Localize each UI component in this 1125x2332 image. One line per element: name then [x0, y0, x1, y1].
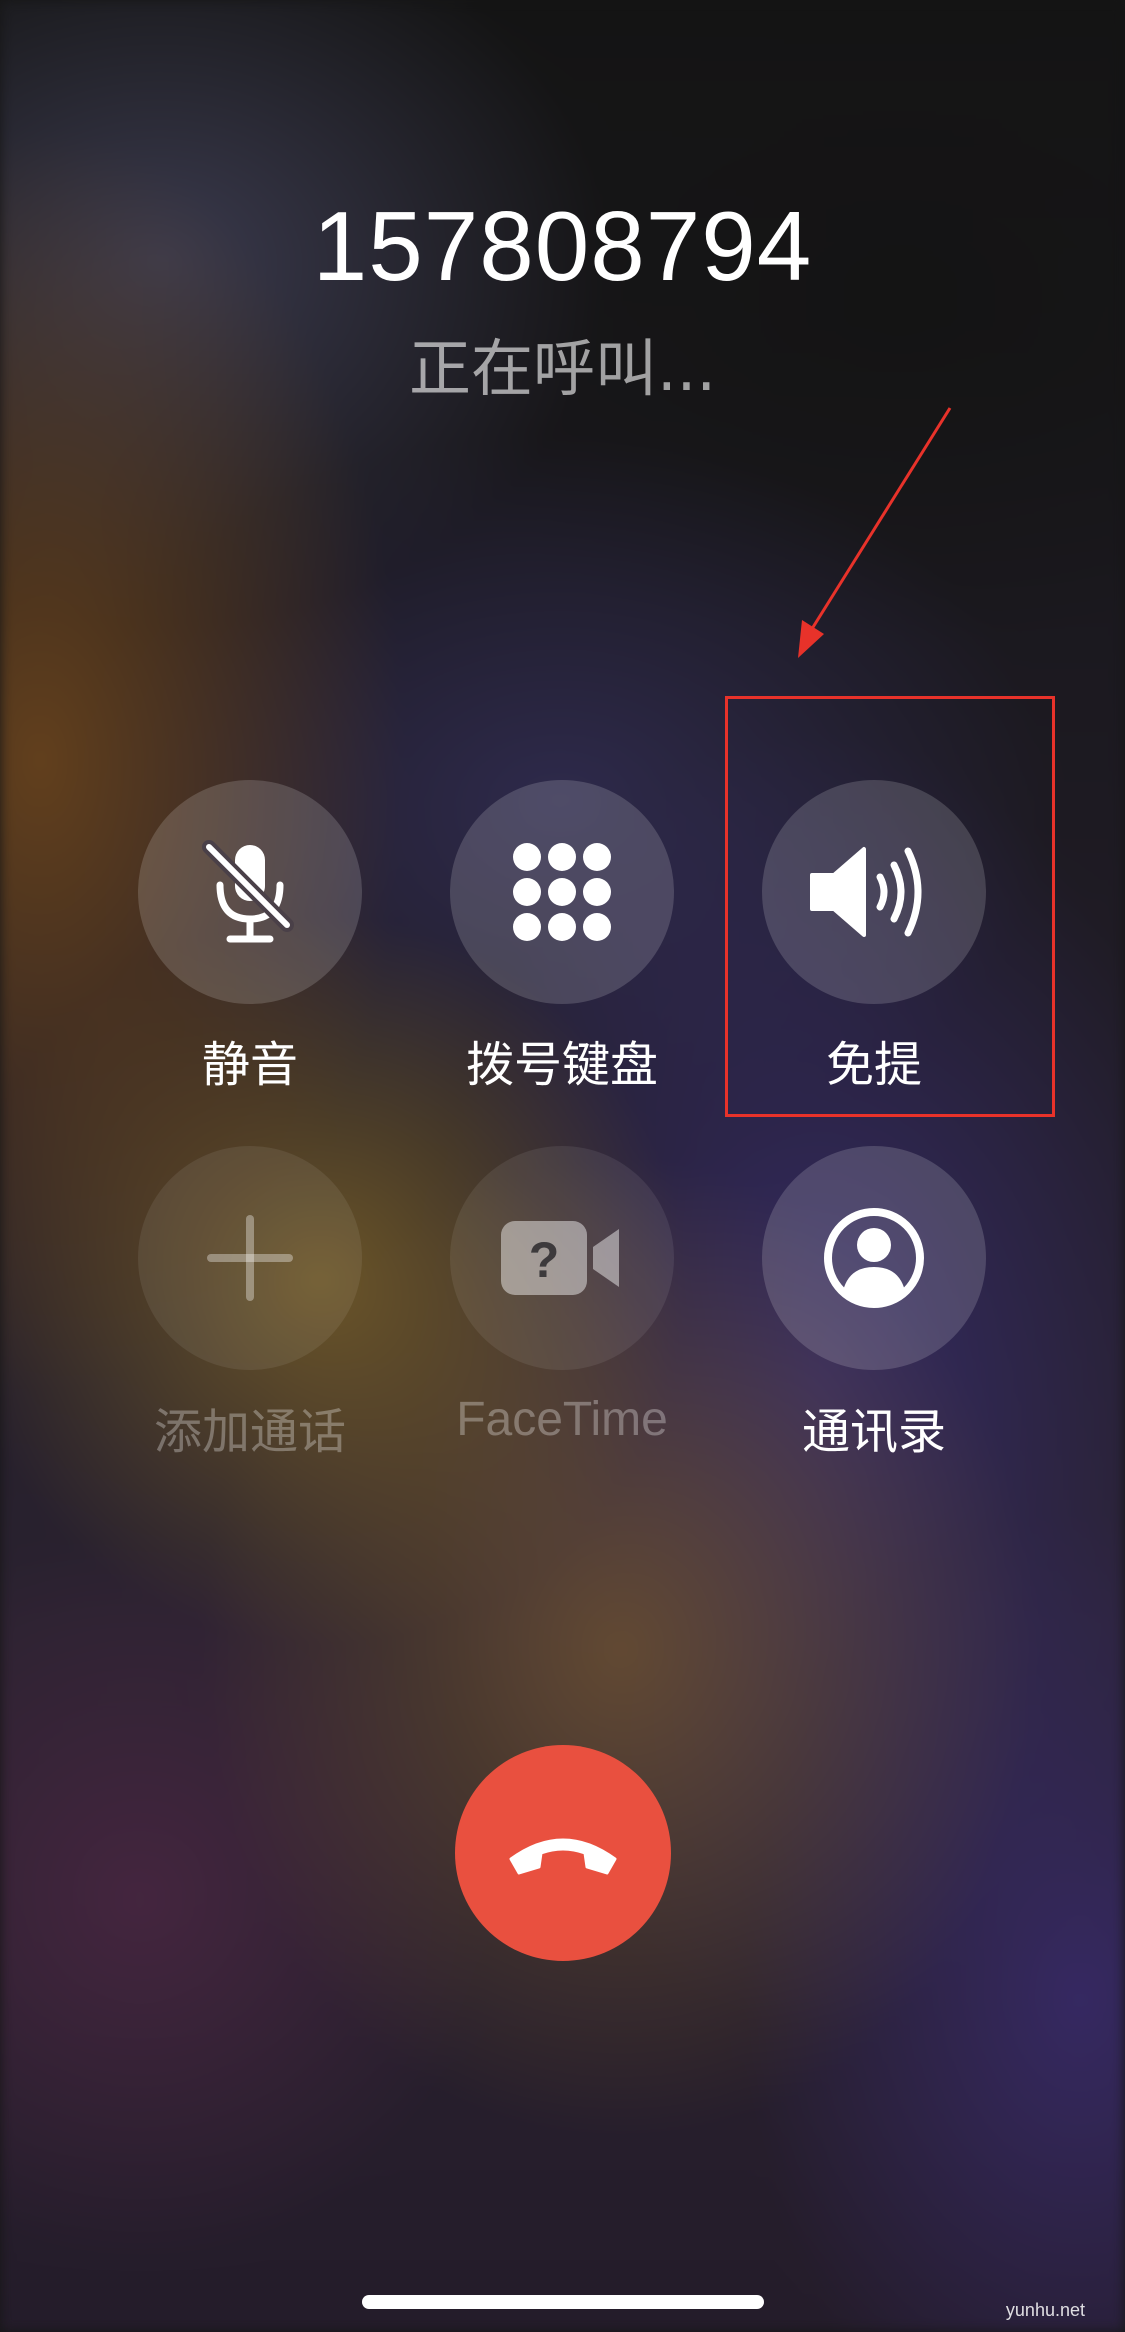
keypad-button[interactable] — [450, 780, 674, 1004]
add-call-label: 添加通话 — [153, 1404, 346, 1460]
mute-microphone-icon — [202, 840, 294, 943]
keypad-label: 拨号键盘 — [465, 1037, 658, 1093]
call-screen: 157808794 正在呼叫... 静音 拨号键盘 免提 添加通话 ? Face… — [0, 0, 1125, 2332]
contact-icon — [824, 1208, 924, 1308]
mute-label: 静音 — [201, 1037, 298, 1093]
contacts-button[interactable] — [762, 1146, 986, 1370]
facetime-video-icon: ? — [501, 1221, 619, 1295]
end-call-button[interactable] — [455, 1745, 671, 1961]
speaker-highlight-box — [725, 696, 1055, 1117]
caller-number: 157808794 — [312, 191, 813, 301]
end-call-icon — [509, 1838, 617, 1875]
annotation-arrow-icon — [798, 407, 952, 658]
home-indicator[interactable] — [362, 2295, 764, 2309]
add-call-button[interactable] — [138, 1146, 362, 1370]
watermark: yunhu.net — [1005, 2300, 1085, 2320]
facetime-button[interactable]: ? — [450, 1146, 674, 1370]
contacts-label: 通讯录 — [801, 1404, 946, 1460]
keypad-icon — [513, 843, 611, 941]
facetime-label: FaceTime — [456, 1393, 668, 1446]
plus-icon — [207, 1215, 293, 1301]
call-status: 正在呼叫... — [408, 332, 717, 405]
svg-text:?: ? — [529, 1232, 560, 1288]
mute-button[interactable] — [138, 780, 362, 1004]
